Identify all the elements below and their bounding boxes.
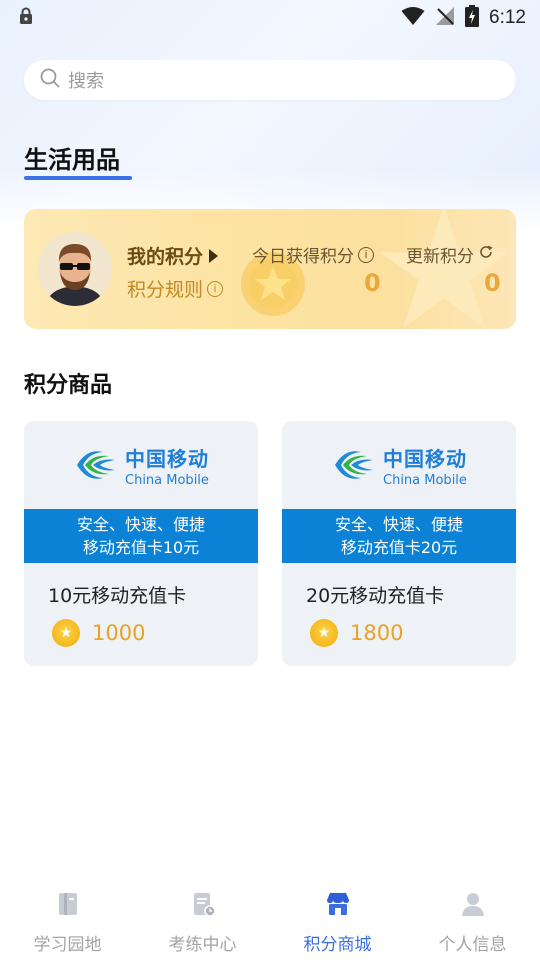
product-card[interactable]: 中国移动 China Mobile 安全、快速、便捷 移动充值卡10元 10元移… [24, 421, 258, 666]
person-icon [461, 893, 484, 916]
nav-label-exam: 考练中心 [168, 935, 237, 955]
search-icon [40, 68, 60, 92]
exam-icon [193, 893, 216, 917]
coin-icon: ★ [52, 619, 80, 647]
status-time: 6:12 [489, 7, 526, 28]
nav-item-profile[interactable]: 个人信息 [405, 876, 540, 960]
china-mobile-logo-icon [77, 451, 115, 479]
my-points-label: 我的积分 [127, 246, 204, 268]
refresh-points-label: 更新积分 [406, 247, 474, 267]
banner-line-2: 移动充值卡20元 [340, 538, 458, 557]
points-rules-label: 积分规则 [127, 279, 204, 301]
category-title[interactable]: 生活用品 [24, 140, 120, 175]
status-icons: 6:12 [401, 5, 526, 31]
arrow-right-icon [209, 248, 219, 263]
nav-label-profile: 个人信息 [438, 935, 507, 955]
refresh-icon [478, 244, 494, 265]
nav-label-study: 学习园地 [33, 935, 102, 955]
info-icon: i [358, 246, 374, 263]
nav-item-exam[interactable]: 考练中心 [135, 876, 270, 960]
bottom-nav: 学习园地 考练中心 积分商城 个人信息 [0, 876, 540, 960]
nav-item-shop[interactable]: 积分商城 [270, 876, 405, 960]
nav-item-study[interactable]: 学习园地 [0, 876, 135, 960]
china-mobile-logo: 中国移动 China Mobile [282, 421, 516, 509]
banner-line-1: 安全、快速、便捷 [334, 515, 463, 534]
today-points[interactable]: 今日获得积分 i [252, 242, 374, 267]
info-icon: i [207, 280, 224, 297]
no-signal-icon [435, 6, 455, 30]
product-name: 20元移动充值卡 [306, 585, 445, 607]
product-banner: 安全、快速、便捷 移动充值卡10元 [24, 509, 258, 563]
product-card[interactable]: 中国移动 China Mobile 安全、快速、便捷 移动充值卡20元 20元移… [282, 421, 516, 666]
product-name: 10元移动充值卡 [48, 585, 187, 607]
logo-text-cn: 中国移动 [125, 446, 209, 471]
nav-label-shop: 积分商城 [303, 935, 372, 955]
logo-text-en: China Mobile [383, 472, 467, 488]
refresh-points-value: 0 [484, 269, 501, 297]
search-input[interactable]: 搜索 [24, 60, 516, 100]
shop-icon [326, 893, 349, 915]
banner-line-2: 移动充值卡10元 [82, 538, 200, 557]
wifi-icon [401, 6, 425, 30]
china-mobile-logo-icon [335, 451, 373, 479]
battery-charging-icon [465, 5, 480, 31]
logo-text-en: China Mobile [125, 472, 209, 488]
lock-icon [18, 7, 34, 29]
logo-text-cn: 中国移动 [383, 446, 467, 471]
price-value: 1000 [92, 621, 146, 645]
china-mobile-logo: 中国移动 China Mobile [24, 421, 258, 509]
banner-line-1: 安全、快速、便捷 [76, 515, 205, 534]
product-price: ★ 1000 [52, 619, 145, 647]
coin-icon: ★ [310, 619, 338, 647]
today-points-label: 今日获得积分 [252, 247, 354, 267]
product-banner: 安全、快速、便捷 移动充值卡20元 [282, 509, 516, 563]
points-card: 我的积分 积分规则 i 今日获得积分 i 0 更新积分 0 [24, 209, 516, 329]
book-icon [58, 893, 77, 915]
status-bar: 6:12 [0, 0, 540, 36]
points-rules-link[interactable]: 积分规则 i [127, 275, 224, 302]
category-underline [24, 176, 132, 180]
goods-section-title: 积分商品 [24, 373, 113, 398]
avatar[interactable] [38, 232, 112, 306]
search-placeholder: 搜索 [68, 71, 104, 92]
today-points-value: 0 [364, 269, 381, 297]
my-points-link[interactable]: 我的积分 [127, 242, 219, 269]
price-value: 1800 [350, 621, 404, 645]
product-price: ★ 1800 [310, 619, 403, 647]
refresh-points-button[interactable]: 更新积分 [406, 242, 494, 267]
